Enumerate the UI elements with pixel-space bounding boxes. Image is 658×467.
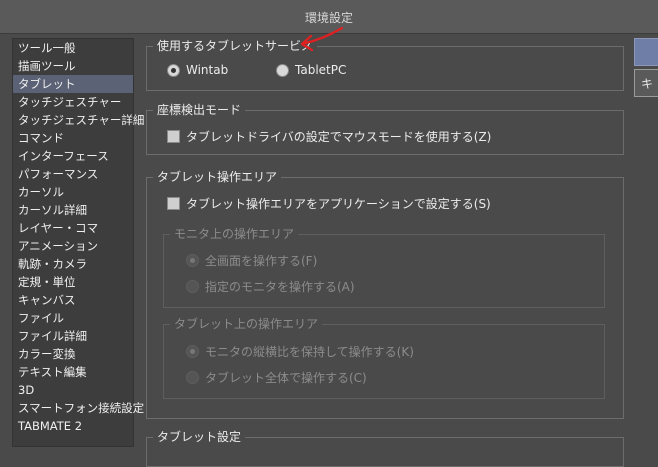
sidebar-item-ruler-unit[interactable]: 定規・単位 — [13, 273, 133, 291]
sidebar-item-tool-general[interactable]: ツール一般 — [13, 39, 133, 57]
specific-monitor-radio — [186, 280, 199, 293]
full-screen-radio — [186, 254, 199, 267]
tablet-settings-title: タブレット設定 — [153, 429, 246, 445]
tablet-area-title: タブレット操作エリア — [153, 169, 282, 185]
app-area-checkbox-row[interactable]: タブレット操作エリアをアプリケーションで設定する(S) — [167, 195, 491, 212]
tabletpc-radio-row[interactable]: TabletPC — [276, 63, 346, 77]
monitor-area-group: モニタ上の操作エリア 全画面を操作する(F) 指定のモニタを操作する(A) — [163, 226, 605, 308]
sidebar-item-layer-frame[interactable]: レイヤー・コマ — [13, 219, 133, 237]
tablet-area-group: タブレット操作エリア タブレット操作エリアをアプリケーションで設定する(S) モ… — [146, 169, 624, 419]
sidebar-item-file-detail[interactable]: ファイル詳細 — [13, 327, 133, 345]
sidebar-item-smartphone[interactable]: スマートフォン接続設定 — [13, 399, 144, 417]
mouse-mode-label: タブレットドライバの設定でマウスモードを使用する(Z) — [186, 130, 492, 144]
sidebar-item-touch-gesture[interactable]: タッチジェスチャー — [13, 93, 133, 111]
sidebar-item-interface[interactable]: インターフェース — [13, 147, 133, 165]
wintab-label: Wintab — [186, 63, 229, 77]
tabletpc-label: TabletPC — [295, 63, 347, 77]
monitor-area-title: モニタ上の操作エリア — [170, 226, 299, 242]
app-area-label: タブレット操作エリアをアプリケーションで設定する(S) — [186, 197, 491, 211]
coord-mode-title: 座標検出モード — [153, 102, 246, 118]
tablet-service-title: 使用するタブレットサービス — [153, 38, 318, 54]
sidebar-item-file[interactable]: ファイル — [13, 309, 133, 327]
wintab-radio-row[interactable]: Wintab — [167, 63, 228, 77]
ok-button[interactable] — [634, 38, 658, 66]
specific-monitor-radio-row: 指定のモニタを操作する(A) — [186, 278, 355, 295]
cancel-button-label: キ — [641, 77, 654, 91]
tablet-service-group: 使用するタブレットサービス Wintab TabletPC — [146, 38, 624, 91]
cancel-button[interactable]: キ — [634, 69, 658, 97]
specific-monitor-label: 指定のモニタを操作する(A) — [205, 280, 355, 294]
full-screen-label: 全画面を操作する(F) — [205, 254, 318, 268]
coord-mode-group: 座標検出モード タブレットドライバの設定でマウスモードを使用する(Z) — [146, 102, 624, 155]
app-area-checkbox[interactable] — [167, 197, 180, 210]
keep-aspect-radio — [186, 345, 199, 358]
sidebar-item-performance[interactable]: パフォーマンス — [13, 165, 133, 183]
category-sidebar[interactable]: ツール一般 描画ツール タブレット タッチジェスチャー タッチジェスチャー詳細 … — [12, 38, 144, 447]
mouse-mode-checkbox[interactable] — [167, 130, 180, 143]
sidebar-item-3d[interactable]: 3D — [13, 381, 133, 399]
sidebar-item-animation[interactable]: アニメーション — [13, 237, 133, 255]
tabletpc-radio[interactable] — [276, 63, 289, 77]
wintab-radio[interactable] — [167, 63, 180, 77]
whole-tablet-radio — [186, 371, 199, 384]
keep-aspect-radio-row: モニタの縦横比を保持して操作する(K) — [186, 343, 414, 360]
sidebar-item-trajectory-camera[interactable]: 軌跡・カメラ — [13, 255, 133, 273]
whole-tablet-label: タブレット全体で操作する(C) — [205, 371, 367, 385]
tablet-surface-area-title: タブレット上の操作エリア — [170, 316, 323, 332]
sidebar-item-command[interactable]: コマンド — [13, 129, 133, 147]
sidebar-item-touch-gesture-detail[interactable]: タッチジェスチャー詳細 — [13, 111, 144, 129]
sidebar-item-tablet[interactable]: タブレット — [13, 75, 133, 93]
red-arrow-annotation-icon — [300, 26, 344, 52]
sidebar-item-text-edit[interactable]: テキスト編集 — [13, 363, 133, 381]
whole-tablet-radio-row: タブレット全体で操作する(C) — [186, 369, 367, 386]
sidebar-item-drawing-tool[interactable]: 描画ツール — [13, 57, 133, 75]
full-screen-radio-row: 全画面を操作する(F) — [186, 252, 317, 269]
sidebar-item-canvas[interactable]: キャンバス — [13, 291, 133, 309]
tablet-settings-group: タブレット設定 — [146, 429, 624, 467]
sidebar-item-cursor[interactable]: カーソル — [13, 183, 133, 201]
sidebar-item-tabmate[interactable]: TABMATE 2 — [13, 417, 133, 435]
sidebar-item-color-conversion[interactable]: カラー変換 — [13, 345, 133, 363]
mouse-mode-checkbox-row[interactable]: タブレットドライバの設定でマウスモードを使用する(Z) — [167, 128, 491, 145]
keep-aspect-label: モニタの縦横比を保持して操作する(K) — [205, 345, 414, 359]
tablet-surface-area-group: タブレット上の操作エリア モニタの縦横比を保持して操作する(K) タブレット全体… — [163, 316, 605, 399]
sidebar-item-cursor-detail[interactable]: カーソル詳細 — [13, 201, 133, 219]
